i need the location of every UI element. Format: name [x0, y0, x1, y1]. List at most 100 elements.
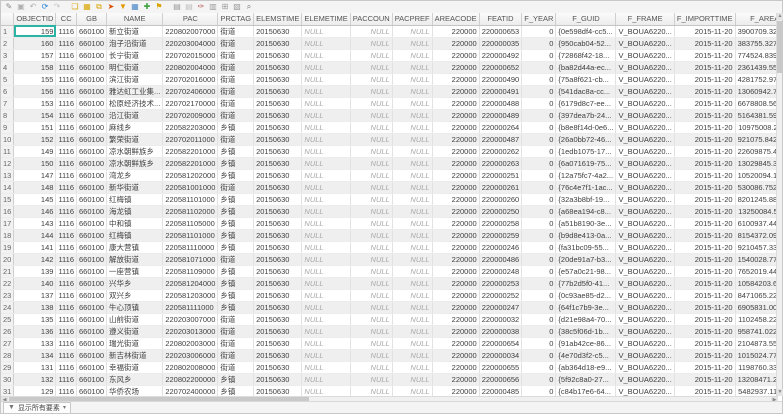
table-cell-cc[interactable]: 1116 [56, 85, 77, 97]
table-cell-elemstime[interactable]: 20150630 [254, 229, 302, 241]
table-cell-f_guid[interactable]: {0c93ae85-d2... [556, 289, 616, 301]
table-cell-f_area[interactable]: 1540028.7731... [735, 253, 778, 265]
table-cell-prctag[interactable]: 乡镇 [218, 157, 254, 169]
table-cell-elemstime[interactable]: 20150630 [254, 337, 302, 349]
table-cell-paccoun[interactable]: NULL [350, 49, 392, 61]
table-cell-pacpref[interactable]: NULL [392, 181, 432, 193]
table-cell-gb[interactable]: 660100 [77, 265, 107, 277]
table-cell-paccoun[interactable]: NULL [350, 325, 392, 337]
table-cell-elemstime[interactable]: 20150630 [254, 217, 302, 229]
table-cell-elemstime[interactable]: 20150630 [254, 181, 302, 193]
table-cell-f_guid[interactable]: {a68ea194-c8... [556, 205, 616, 217]
edit-icon[interactable]: ✎ [4, 2, 14, 12]
column-header-pac[interactable]: PAC [163, 13, 218, 25]
table-cell-cc[interactable]: 1116 [56, 121, 77, 133]
table-cell-featid[interactable]: 220000262 [479, 145, 522, 157]
table-cell-f_year[interactable]: 0 [522, 337, 556, 349]
table-cell-elemetime[interactable]: NULL [302, 193, 350, 205]
table-cell-pac[interactable]: 220702170000 [163, 97, 218, 109]
table-cell-areacode[interactable]: 220000 [432, 289, 479, 301]
table-cell-cc[interactable]: 1116 [56, 37, 77, 49]
scroll-up-icon[interactable]: ▲ [777, 13, 783, 20]
table-cell-f_area[interactable]: 3900709.3208... [735, 25, 778, 37]
table-cell-name[interactable]: 中和镇 [107, 217, 163, 229]
table-cell-prctag[interactable]: 街道 [218, 337, 254, 349]
table-cell-f_area[interactable]: 6100937.4420... [735, 217, 778, 229]
table-cell-name[interactable]: 华侨农场 [107, 385, 163, 396]
table-cell-paccoun[interactable]: NULL [350, 241, 392, 253]
row-index[interactable]: 16 [1, 205, 14, 217]
table-cell-objectid[interactable]: 157 [14, 49, 56, 61]
table-cell-f_guid[interactable]: {6179d8c7-ee... [556, 97, 616, 109]
table-cell-featid[interactable]: 220000250 [479, 205, 522, 217]
table-cell-gb[interactable]: 660100 [77, 169, 107, 181]
table-cell-elemetime[interactable]: NULL [302, 313, 350, 325]
table-cell-elemetime[interactable]: NULL [302, 373, 350, 385]
table-cell-gb[interactable]: 660100 [77, 361, 107, 373]
table-cell-cc[interactable]: 1116 [56, 229, 77, 241]
table-cell-elemetime[interactable]: NULL [302, 241, 350, 253]
vertical-scrollbar[interactable]: ▲ ▼ [776, 13, 782, 396]
table-cell-gb[interactable]: 660100 [77, 301, 107, 313]
table-cell-objectid[interactable]: 159 [14, 25, 56, 37]
table-cell-paccoun[interactable]: NULL [350, 121, 392, 133]
add-record-icon[interactable]: ✚ [142, 2, 152, 12]
table-cell-name[interactable]: 一座营镇 [107, 265, 163, 277]
table-cell-pac[interactable]: 220581105000 [163, 217, 218, 229]
table-cell-f_year[interactable]: 0 [522, 205, 556, 217]
select-records-icon[interactable]: ▤ [172, 2, 182, 12]
table-cell-pac[interactable]: 220203006000 [163, 349, 218, 361]
table-cell-f_frame[interactable]: V_BOUA6220... [616, 157, 674, 169]
table-cell-name[interactable]: 兴华乡 [107, 277, 163, 289]
table-cell-gb[interactable]: 660100 [77, 49, 107, 61]
table-cell-f_year[interactable]: 0 [522, 169, 556, 181]
table-cell-f_area[interactable]: 1015024.7782... [735, 349, 778, 361]
table-cell-f_year[interactable]: 0 [522, 85, 556, 97]
table-cell-gb[interactable]: 660100 [77, 325, 107, 337]
table-cell-objectid[interactable]: 138 [14, 301, 56, 313]
table-cell-f_year[interactable]: 0 [522, 349, 556, 361]
table-cell-featid[interactable]: 220000487 [479, 133, 522, 145]
table-cell-prctag[interactable]: 乡镇 [218, 205, 254, 217]
column-header-prctag[interactable]: PRCTAG [218, 13, 254, 25]
row-index[interactable]: 15 [1, 193, 14, 205]
table-cell-f_area[interactable]: 8154372.0912... [735, 229, 778, 241]
table-cell-name[interactable]: 麻线乡 [107, 121, 163, 133]
table-cell-f_year[interactable]: 0 [522, 73, 556, 85]
row-index[interactable]: 12 [1, 157, 14, 169]
table-cell-f_frame[interactable]: V_BOUA6220... [616, 361, 674, 373]
table-cell-f_importtime[interactable]: 2015-11-20 [674, 61, 735, 73]
table-cell-elemetime[interactable]: NULL [302, 181, 350, 193]
table-cell-featid[interactable]: 220000246 [479, 241, 522, 253]
table-cell-objectid[interactable]: 141 [14, 241, 56, 253]
table-cell-objectid[interactable]: 132 [14, 373, 56, 385]
table-cell-pac[interactable]: 220581001000 [163, 181, 218, 193]
table-cell-f_importtime[interactable]: 2015-11-20 [674, 133, 735, 145]
table-cell-pac[interactable]: 220802003000 [163, 337, 218, 349]
table-cell-f_guid[interactable]: {64f1c7b9-3e... [556, 301, 616, 313]
table-cell-pac[interactable]: 220581101000 [163, 229, 218, 241]
table-cell-gb[interactable]: 660100 [77, 181, 107, 193]
table-cell-objectid[interactable]: 136 [14, 325, 56, 337]
column-header-cc[interactable]: CC [56, 13, 77, 25]
table-cell-elemetime[interactable]: NULL [302, 325, 350, 337]
table-cell-f_guid[interactable]: {d21e98a4-70... [556, 313, 616, 325]
table-cell-objectid[interactable]: 129 [14, 385, 56, 396]
column-header-elemstime[interactable]: ELEMSTIME [254, 13, 302, 25]
table-cell-f_guid[interactable]: {c84b17e6-64... [556, 385, 616, 396]
table-cell-elemetime[interactable]: NULL [302, 133, 350, 145]
table-cell-f_year[interactable]: 0 [522, 373, 556, 385]
table-cell-objectid[interactable]: 151 [14, 121, 56, 133]
table-cell-featid[interactable]: 220000038 [479, 325, 522, 337]
table-cell-prctag[interactable]: 乡镇 [218, 241, 254, 253]
table-cell-name[interactable]: 松原经济技术... [107, 97, 163, 109]
table-cell-areacode[interactable]: 220000 [432, 181, 479, 193]
table-cell-elemetime[interactable]: NULL [302, 265, 350, 277]
row-index[interactable]: 4 [1, 61, 14, 73]
table-cell-f_importtime[interactable]: 2015-11-20 [674, 277, 735, 289]
table-cell-paccoun[interactable]: NULL [350, 181, 392, 193]
table-cell-f_frame[interactable]: V_BOUA6220... [616, 325, 674, 337]
table-cell-paccoun[interactable]: NULL [350, 217, 392, 229]
column-header-areacode[interactable]: AREACODE [432, 13, 479, 25]
table-cell-elemetime[interactable]: NULL [302, 145, 350, 157]
